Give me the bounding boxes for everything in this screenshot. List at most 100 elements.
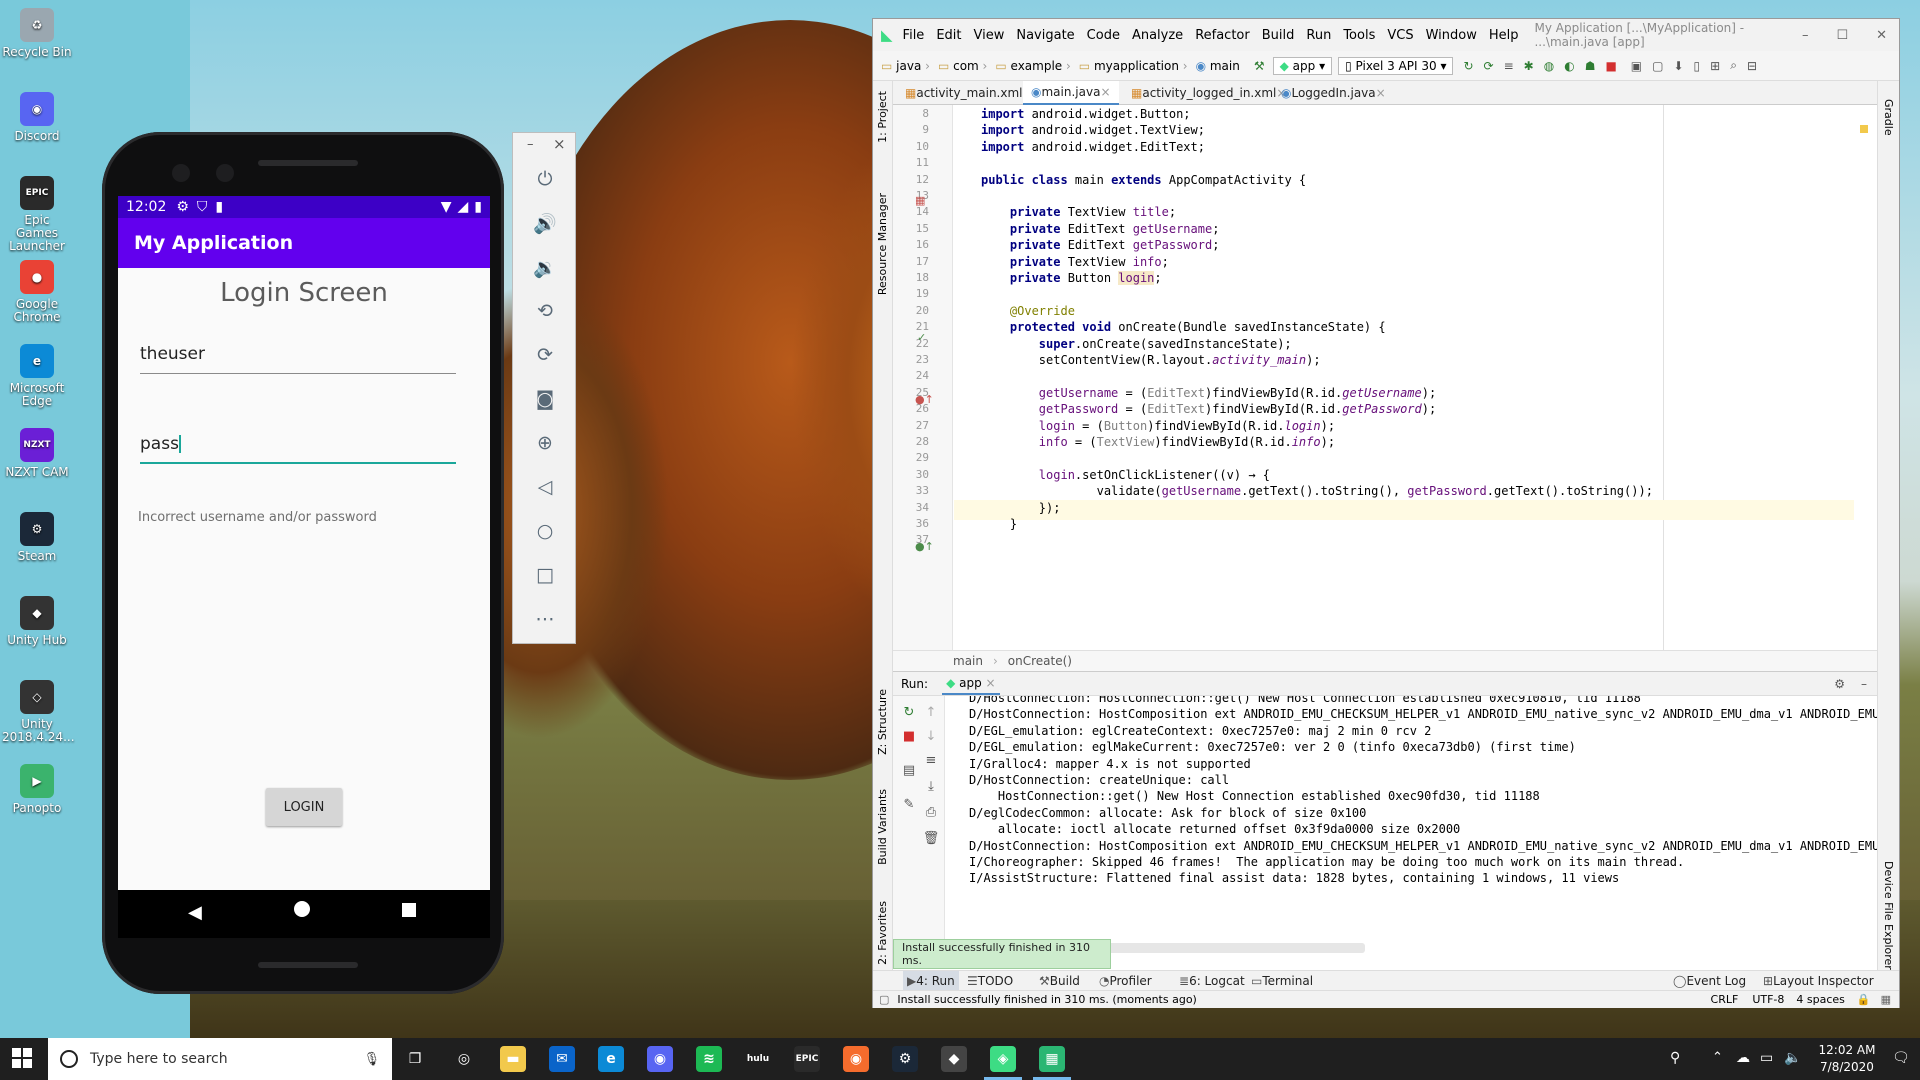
desktop-shortcut[interactable]: ◆ Unity Hub (2, 596, 72, 647)
run-config-dropdown[interactable]: ◆ app ▾ (1272, 56, 1333, 75)
run-hide-icon[interactable]: – (1861, 677, 1867, 691)
menu-window[interactable]: Window (1426, 28, 1477, 43)
code-line[interactable]: setContentView(R.layout.activity_main); (981, 353, 1321, 367)
profile-icon[interactable]: ◍ (1544, 59, 1554, 73)
editor-tab[interactable]: ▦ activity_logged_in.xml × (1123, 81, 1294, 105)
tool-window-button[interactable]: ⊞ Layout Inspector (1763, 971, 1874, 991)
build-variants-tool-button[interactable]: Build Variants (876, 789, 889, 865)
code-line[interactable]: private TextView title; (981, 205, 1176, 219)
nzxt-taskbar-icon[interactable]: ◎ (451, 1046, 477, 1072)
menu-analyze[interactable]: Analyze (1132, 28, 1183, 43)
rerun-icon[interactable]: ≡ (1504, 59, 1514, 73)
code-line[interactable]: } (981, 517, 1017, 531)
taskbar-clock[interactable]: 12:02 AM 7/8/2020 (1812, 1042, 1882, 1076)
windows-start-icon[interactable] (12, 1048, 32, 1068)
screenshot-camera-icon[interactable]: ◙ (531, 385, 559, 413)
maximize-window-button[interactable]: ☐ (1836, 28, 1848, 43)
menu-run[interactable]: Run (1306, 28, 1331, 43)
login-button[interactable]: LOGIN (266, 788, 342, 826)
editor-tab[interactable]: ◉ main.java × (1023, 81, 1119, 105)
volume-down-icon[interactable]: 🔉 (531, 253, 559, 281)
file-explorer-icon[interactable]: ▬ (500, 1046, 526, 1072)
emulator-taskbar-icon[interactable]: ▦ (1039, 1046, 1065, 1072)
speaker-volume-icon[interactable]: 🔈 (1784, 1050, 1801, 1066)
menu-vcs[interactable]: VCS (1387, 28, 1413, 43)
menu-refactor[interactable]: Refactor (1195, 28, 1250, 43)
device-manager-icon[interactable]: ▯ (1694, 59, 1701, 73)
attach-debugger-icon[interactable]: ◐ (1564, 59, 1574, 73)
code-line[interactable]: getUsername = (EditText)findViewById(R.i… (981, 386, 1436, 400)
line-separator-indicator[interactable]: CRLF (1711, 993, 1739, 1006)
android-studio-taskbar-icon[interactable]: ◈ (990, 1046, 1016, 1072)
menu-help[interactable]: Help (1489, 28, 1519, 43)
coverage-icon[interactable]: ☗ (1585, 59, 1596, 73)
code-line[interactable]: login = (Button)findViewById(R.id.login)… (981, 419, 1335, 433)
apply-changes-icon[interactable]: ↻ (1463, 59, 1473, 73)
tool-window-button[interactable]: ≣ 6: Logcat (1179, 971, 1245, 991)
onedrive-cloud-icon[interactable]: ☁ (1736, 1050, 1750, 1066)
menu-code[interactable]: Code (1087, 28, 1120, 43)
emulator-minimize-button[interactable]: – (527, 137, 534, 152)
breadcrumb-com[interactable]: ▭ com › (938, 59, 987, 73)
code-line[interactable]: validate(getUsername.getText().toString(… (981, 484, 1653, 498)
code-editor[interactable]: 8 import android.widget.Button; 9 import an… (893, 105, 1877, 650)
menu-tools[interactable]: Tools (1343, 28, 1375, 43)
resource-manager-tool-button[interactable]: Resource Manager (876, 193, 889, 295)
close-window-button[interactable]: ✕ (1876, 28, 1887, 43)
menu-file[interactable]: File (903, 28, 925, 43)
run-settings-gear-icon[interactable]: ⚙ (1834, 677, 1845, 691)
code-line[interactable]: private Button login; (981, 271, 1162, 285)
code-line[interactable]: }); (981, 501, 1061, 515)
overview-icon[interactable]: □ (531, 561, 559, 589)
code-line[interactable]: private EditText getPassword; (981, 238, 1220, 252)
indent-indicator[interactable]: 4 spaces (1796, 993, 1845, 1006)
code-line[interactable]: private EditText getUsername; (981, 222, 1220, 236)
rotate-left-icon[interactable]: ⟲ (531, 297, 559, 325)
home-nav-icon[interactable] (294, 901, 310, 917)
unity-taskbar-icon[interactable]: ◆ (941, 1046, 967, 1072)
debug-icon[interactable]: ✱ (1524, 59, 1534, 73)
close-tab-icon[interactable]: × (1376, 86, 1386, 100)
power-icon[interactable]: ⏻ (531, 165, 559, 193)
desktop-shortcut[interactable]: ◇ Unity 2018.4.24... (2, 680, 75, 744)
code-line[interactable]: info = (TextView)findViewById(R.id.info)… (981, 435, 1335, 449)
breadcrumb-java[interactable]: ▭ java › (881, 59, 930, 73)
desktop-shortcut[interactable]: ● Google Chrome (2, 260, 72, 324)
code-line[interactable]: private TextView info; (981, 255, 1169, 269)
hammer-icon[interactable]: ⚒ (1254, 59, 1265, 73)
minimize-window-button[interactable]: – (1802, 28, 1809, 43)
favorites-tool-button[interactable]: 2: Favorites (876, 901, 889, 965)
code-crumb-method[interactable]: onCreate() (1008, 654, 1072, 668)
editor-tab[interactable]: ▦ activity_main.xml × (897, 81, 1041, 105)
back-icon[interactable]: ◁ (531, 473, 559, 501)
notification-center-icon[interactable]: 🗨 (1892, 1050, 1910, 1066)
run-tab-app[interactable]: ◆ app × (942, 673, 1000, 695)
back-nav-icon[interactable]: ◀ (188, 902, 202, 923)
home-icon[interactable]: ○ (531, 517, 559, 545)
lock-icon[interactable]: 🔒 (1857, 993, 1871, 1006)
taskbar-search-box[interactable]: Type here to search 🎙 (48, 1038, 392, 1080)
desktop-shortcut[interactable]: e Microsoft Edge (2, 344, 72, 408)
volume-up-icon[interactable]: 🔊 (531, 209, 559, 237)
epic-taskbar-icon[interactable]: EPIC (794, 1046, 820, 1072)
code-line[interactable]: super.onCreate(savedInstanceState); (981, 337, 1292, 351)
emulator-close-button[interactable]: × (553, 135, 566, 153)
menu-navigate[interactable]: Navigate (1016, 28, 1074, 43)
network-icon[interactable]: ▭ (1760, 1050, 1773, 1066)
zoom-icon[interactable]: ⊕ (531, 429, 559, 457)
inspection-warning-icon[interactable] (1860, 125, 1868, 133)
desktop-shortcut[interactable]: NZXT NZXT CAM (2, 428, 72, 479)
breadcrumb-myapplication[interactable]: ▭ myapplication › (1079, 59, 1188, 73)
rotate-right-icon[interactable]: ⟳ (531, 341, 559, 369)
avd-manager-icon[interactable]: ▢ (1652, 59, 1663, 73)
code-line[interactable]: protected void onCreate(Bundle savedInst… (981, 320, 1386, 334)
memory-indicator-icon[interactable]: ▦ (1881, 993, 1891, 1006)
project-structure-icon[interactable]: ⊟ (1747, 59, 1757, 73)
desktop-shortcut[interactable]: ⚙ Steam (2, 512, 72, 563)
layout-inspector-icon[interactable]: ⊞ (1710, 59, 1720, 73)
code-line[interactable]: @Override (981, 304, 1075, 318)
code-line[interactable]: getPassword = (EditText)findViewById(R.i… (981, 402, 1436, 416)
project-tool-button[interactable]: 1: Project (876, 91, 889, 143)
recents-nav-icon[interactable] (402, 903, 416, 917)
code-line[interactable]: import android.widget.TextView; (981, 123, 1205, 137)
